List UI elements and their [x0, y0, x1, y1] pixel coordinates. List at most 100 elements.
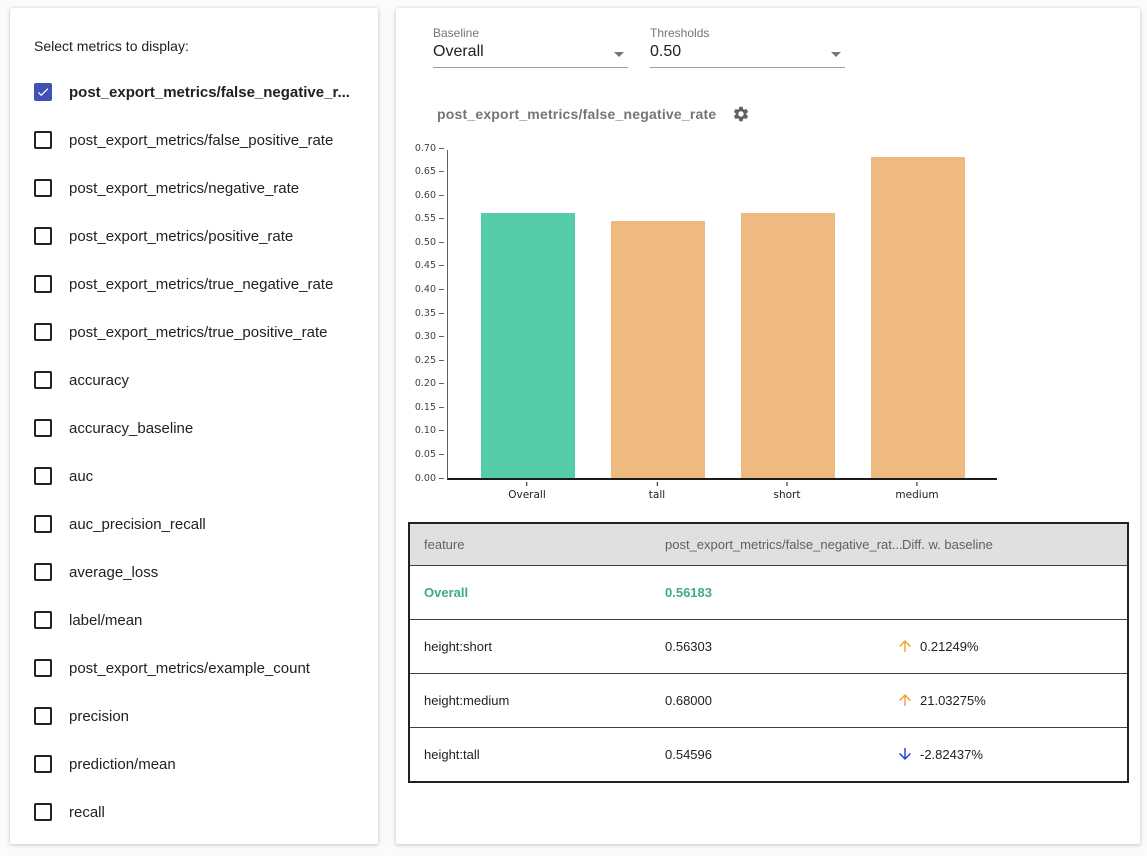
x-tick-short: short — [774, 482, 801, 501]
x-tick-medium: medium — [895, 482, 938, 501]
thresholds-value-row[interactable]: 0.50 — [650, 40, 845, 68]
cell-diff — [888, 565, 1128, 619]
metric-checkbox-label-mean[interactable]: label/mean — [10, 596, 378, 644]
checkbox-icon[interactable] — [34, 755, 52, 773]
y-tick: 0.30 — [398, 331, 444, 342]
metric-label: precision — [69, 708, 129, 725]
checkbox-icon[interactable] — [34, 275, 52, 293]
metric-label: prediction/mean — [69, 756, 176, 773]
metric-label: label/mean — [69, 612, 142, 629]
x-tick-overall: Overall — [508, 482, 546, 501]
checkbox-icon[interactable] — [34, 659, 52, 677]
metric-checkbox-accuracy[interactable]: accuracy — [10, 356, 378, 404]
y-tick: 0.20 — [398, 378, 444, 389]
metric-label: auc_precision_recall — [69, 516, 206, 533]
checkmark-icon — [36, 84, 50, 100]
bar-overall[interactable] — [481, 213, 575, 478]
metric-checkbox-accuracy-baseline[interactable]: accuracy_baseline — [10, 404, 378, 452]
metric-label: post_export_metrics/negative_rate — [69, 180, 299, 197]
controls-row: Baseline Overall Thresholds 0.50 — [396, 8, 1140, 68]
metric-label: accuracy_baseline — [69, 420, 193, 437]
checkbox-icon[interactable] — [34, 611, 52, 629]
checkbox-icon[interactable] — [34, 563, 52, 581]
column-header-feature: feature — [409, 523, 651, 565]
checkbox-icon[interactable] — [34, 419, 52, 437]
metric-checkbox-post-export-metrics-false-negative-r[interactable]: post_export_metrics/false_negative_r... — [10, 68, 378, 116]
metric-label: auc — [69, 468, 93, 485]
table-row: height:short 0.56303 0.21249% — [409, 619, 1128, 673]
metric-checkbox-auc[interactable]: auc — [10, 452, 378, 500]
gear-icon[interactable] — [732, 105, 750, 123]
down-arrow-icon — [896, 745, 914, 763]
metric-label: accuracy — [69, 372, 129, 389]
y-tick: 0.05 — [398, 449, 444, 460]
bar-medium[interactable] — [871, 157, 965, 478]
thresholds-value: 0.50 — [650, 43, 681, 60]
checkbox-icon[interactable] — [34, 707, 52, 725]
thresholds-label: Thresholds — [650, 26, 845, 40]
diff-value: 0.21249% — [920, 639, 979, 654]
table-header-row: feature post_export_metrics/false_negati… — [409, 523, 1128, 565]
y-tick: 0.70 — [398, 143, 444, 154]
chart-header: post_export_metrics/false_negative_rate — [437, 104, 1140, 124]
cell-feature: Overall — [409, 565, 651, 619]
metric-label: post_export_metrics/false_positive_rate — [69, 132, 333, 149]
cell-diff: -2.82437% — [888, 727, 1128, 782]
metric-checkbox-post-export-metrics-true-negative-rate[interactable]: post_export_metrics/true_negative_rate — [10, 260, 378, 308]
metric-checkbox-post-export-metrics-false-positive-rate[interactable]: post_export_metrics/false_positive_rate — [10, 116, 378, 164]
baseline-label: Baseline — [433, 26, 628, 40]
cell-value: 0.56183 — [651, 565, 888, 619]
metric-label: post_export_metrics/true_negative_rate — [69, 276, 333, 293]
column-header-diff: Diff. w. baseline — [888, 523, 1128, 565]
x-tick-tall: tall — [649, 482, 665, 501]
checkbox-icon[interactable] — [34, 131, 52, 149]
y-tick: 0.10 — [398, 425, 444, 436]
y-tick: 0.45 — [398, 260, 444, 271]
checkbox-icon[interactable] — [34, 467, 52, 485]
metric-selector-title: Select metrics to display: — [34, 38, 378, 54]
bar-tall[interactable] — [611, 221, 705, 478]
checkbox-icon[interactable] — [34, 515, 52, 533]
metric-label: average_loss — [69, 564, 158, 581]
checkbox-icon[interactable] — [34, 323, 52, 341]
checkbox-icon[interactable] — [34, 227, 52, 245]
cell-value: 0.68000 — [651, 673, 888, 727]
checkbox-icon[interactable] — [34, 179, 52, 197]
metric-checkbox-average-loss[interactable]: average_loss — [10, 548, 378, 596]
checkbox-icon[interactable] — [34, 803, 52, 821]
bar-short[interactable] — [741, 213, 835, 478]
checkbox-icon[interactable] — [34, 371, 52, 389]
metric-checkbox-prediction-mean[interactable]: prediction/mean — [10, 740, 378, 788]
table-row: height:medium 0.68000 21.03275% — [409, 673, 1128, 727]
baseline-select[interactable]: Baseline Overall — [433, 26, 628, 68]
metric-checkbox-auc-precision-recall[interactable]: auc_precision_recall — [10, 500, 378, 548]
y-tick: 0.60 — [398, 190, 444, 201]
table-row: Overall 0.56183 — [409, 565, 1128, 619]
chevron-down-icon[interactable] — [614, 52, 624, 57]
checkbox-icon[interactable] — [34, 83, 52, 101]
up-arrow-icon — [896, 691, 914, 709]
metric-checkbox-post-export-metrics-positive-rate[interactable]: post_export_metrics/positive_rate — [10, 212, 378, 260]
chevron-down-icon[interactable] — [831, 52, 841, 57]
chart-title: post_export_metrics/false_negative_rate — [437, 106, 716, 122]
metric-checkbox-post-export-metrics-negative-rate[interactable]: post_export_metrics/negative_rate — [10, 164, 378, 212]
metric-checkbox-precision[interactable]: precision — [10, 692, 378, 740]
bar-chart: 0.000.050.100.150.200.250.300.350.400.45… — [447, 150, 997, 504]
metrics-table: feature post_export_metrics/false_negati… — [408, 522, 1129, 783]
metric-checkbox-post-export-metrics-example-count[interactable]: post_export_metrics/example_count — [10, 644, 378, 692]
metric-checkbox-post-export-metrics-true-positive-rate[interactable]: post_export_metrics/true_positive_rate — [10, 308, 378, 356]
up-arrow-icon — [896, 637, 914, 655]
thresholds-select[interactable]: Thresholds 0.50 — [650, 26, 845, 68]
cell-value: 0.56303 — [651, 619, 888, 673]
cell-value: 0.54596 — [651, 727, 888, 782]
metric-label: post_export_metrics/example_count — [69, 660, 310, 677]
column-header-metric: post_export_metrics/false_negative_rat..… — [651, 523, 888, 565]
table-body: Overall 0.56183 height:short 0.56303 0.2… — [409, 565, 1128, 782]
metric-checkbox-recall[interactable]: recall — [10, 788, 378, 836]
y-tick: 0.25 — [398, 355, 444, 366]
baseline-value-row[interactable]: Overall — [433, 40, 628, 68]
metric-label: post_export_metrics/positive_rate — [69, 228, 293, 245]
table-row: height:tall 0.54596 -2.82437% — [409, 727, 1128, 782]
metrics-panel: Baseline Overall Thresholds 0.50 post_ex… — [396, 8, 1140, 844]
cell-feature: height:tall — [409, 727, 651, 782]
